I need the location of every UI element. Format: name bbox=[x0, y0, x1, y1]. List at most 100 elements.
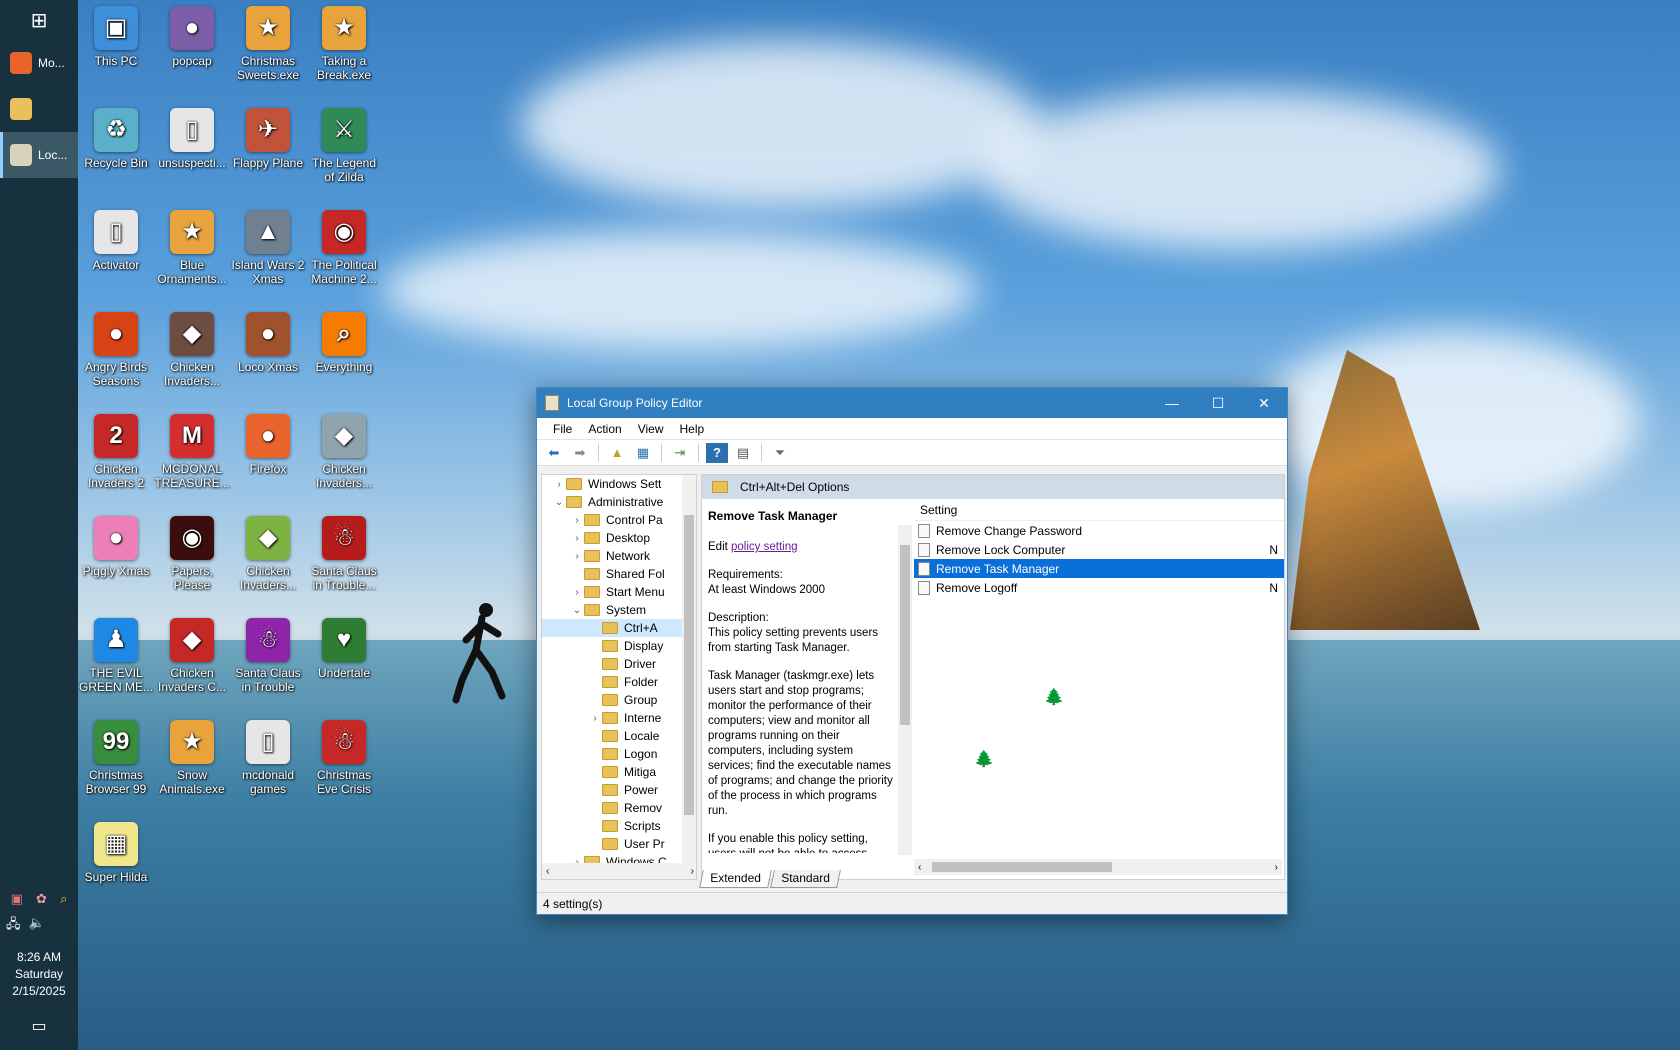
notifications-icon[interactable]: ▭ bbox=[0, 1010, 78, 1050]
scrollbar-thumb[interactable] bbox=[900, 545, 910, 725]
expand-chevron-icon[interactable]: › bbox=[570, 533, 584, 544]
desktop-icon[interactable]: ▲ Island Wars 2 Xmas bbox=[230, 210, 306, 286]
expand-chevron-icon[interactable]: › bbox=[552, 479, 566, 490]
tray-search-icon[interactable]: ⌕ bbox=[60, 891, 67, 907]
desktop-icon[interactable]: ● Loco Xmas bbox=[230, 312, 306, 374]
maximize-button[interactable]: ☐ bbox=[1195, 388, 1241, 418]
tree-node[interactable]: ⌄ System bbox=[542, 601, 696, 619]
expand-chevron-icon[interactable]: › bbox=[570, 587, 584, 598]
console-tree[interactable]: › Windows Sett ⌄ Administrative › Control Pa ›… bbox=[541, 474, 697, 880]
tree-node[interactable]: › Start Menu bbox=[542, 583, 696, 601]
list-horizontal-scrollbar[interactable]: ‹ › bbox=[914, 859, 1282, 875]
desktop-icon[interactable]: ☃ Christmas Eve Crisis bbox=[306, 720, 382, 796]
tree-node[interactable]: Power bbox=[542, 781, 696, 799]
tree-node[interactable]: › Windows Sett bbox=[542, 475, 696, 493]
scroll-left-icon[interactable]: ‹ bbox=[546, 866, 549, 877]
show-hide-tree-icon[interactable]: ▦ bbox=[632, 443, 654, 463]
tab-extended[interactable]: Extended bbox=[699, 870, 772, 888]
close-button[interactable]: ✕ bbox=[1241, 388, 1287, 418]
taskbar-app-file-explorer[interactable] bbox=[0, 86, 78, 132]
scroll-left-icon[interactable]: ‹ bbox=[918, 862, 921, 873]
back-arrow-icon[interactable]: ⬅ bbox=[543, 443, 565, 463]
help-icon[interactable]: ? bbox=[706, 442, 728, 463]
setting-row[interactable]: Remove Logoff N bbox=[914, 578, 1284, 597]
scroll-right-icon[interactable]: › bbox=[1275, 862, 1278, 873]
tree-node[interactable]: Mitiga bbox=[542, 763, 696, 781]
desktop-icon[interactable]: ▯ mcdonald games bbox=[230, 720, 306, 796]
desktop-icon[interactable]: ◉ Papers, Please bbox=[154, 516, 230, 592]
tree-node[interactable]: Driver bbox=[542, 655, 696, 673]
tree-node[interactable]: Logon bbox=[542, 745, 696, 763]
desktop-icon[interactable]: ▯ unsuspecti... bbox=[154, 108, 230, 170]
tree-node[interactable]: Remov bbox=[542, 799, 696, 817]
tab-standard[interactable]: Standard bbox=[769, 870, 841, 888]
expand-chevron-icon[interactable]: ⌄ bbox=[570, 605, 584, 616]
desktop-icon[interactable]: ◆ Chicken Invaders... bbox=[154, 312, 230, 388]
desktop-icon[interactable]: ☃ Santa Claus in Trouble... bbox=[306, 516, 382, 592]
tree-horizontal-scrollbar[interactable]: ‹ › bbox=[542, 863, 696, 879]
desktop-icon[interactable]: 99 Christmas Browser 99 bbox=[78, 720, 154, 796]
desktop-icon[interactable]: ● Piggly Xmas bbox=[78, 516, 154, 578]
desktop-icon[interactable]: 2 Chicken Invaders 2 bbox=[78, 414, 154, 490]
scrollbar-thumb[interactable] bbox=[684, 515, 694, 815]
tree-node[interactable]: Shared Fol bbox=[542, 565, 696, 583]
edit-policy-link[interactable]: policy setting bbox=[731, 541, 797, 553]
desktop-icon[interactable]: ▦ Super Hilda bbox=[78, 822, 154, 884]
desktop-icon[interactable]: ♻ Recycle Bin bbox=[78, 108, 154, 170]
tree-node[interactable]: Locale bbox=[542, 727, 696, 745]
desktop-icon[interactable]: ● Angry Birds Seasons bbox=[78, 312, 154, 388]
tree-node[interactable]: Folder bbox=[542, 673, 696, 691]
column-header-setting[interactable]: Setting bbox=[914, 499, 1284, 521]
desktop-icon[interactable]: ★ Taking a Break.exe bbox=[306, 6, 382, 82]
expand-chevron-icon[interactable]: › bbox=[588, 713, 602, 724]
desktop-icon[interactable]: ◆ Chicken Invaders... bbox=[306, 414, 382, 490]
tree-node[interactable]: Display bbox=[542, 637, 696, 655]
desktop-icon[interactable]: ♟ THE EVIL GREEN ME... bbox=[78, 618, 154, 694]
tree-node[interactable]: › Interne bbox=[542, 709, 696, 727]
window-titlebar[interactable]: Local Group Policy Editor — ☐ ✕ bbox=[537, 388, 1287, 418]
desktop-icon[interactable]: ▯ Activator bbox=[78, 210, 154, 272]
tree-vertical-scrollbar[interactable] bbox=[682, 475, 696, 863]
taskbar-app-group-policy[interactable]: Loc... bbox=[0, 132, 78, 178]
expand-chevron-icon[interactable]: › bbox=[570, 515, 584, 526]
description-scrollbar[interactable] bbox=[898, 525, 912, 855]
tree-node[interactable]: Scripts bbox=[542, 817, 696, 835]
desktop-icon[interactable]: ★ Snow Animals.exe bbox=[154, 720, 230, 796]
network-icon[interactable]: 🖧 bbox=[6, 915, 21, 937]
desktop-icon[interactable]: ◉ The Political Machine 2... bbox=[306, 210, 382, 286]
desktop-icon[interactable]: ⌕ Everything bbox=[306, 312, 382, 374]
menu-action[interactable]: Action bbox=[580, 422, 629, 436]
filter-icon[interactable]: ⏷ bbox=[769, 443, 791, 463]
desktop-icon[interactable]: ◆ Chicken Invaders... bbox=[230, 516, 306, 592]
forward-arrow-icon[interactable]: ➡ bbox=[569, 443, 591, 463]
setting-row[interactable]: Remove Change Password bbox=[914, 521, 1284, 540]
setting-row[interactable]: Remove Task Manager bbox=[914, 559, 1284, 578]
desktop-icon[interactable]: ● Firefox bbox=[230, 414, 306, 476]
desktop-icon[interactable]: M MCDONAL TREASURE... bbox=[154, 414, 230, 490]
taskbar-app-firefox[interactable]: Mo... bbox=[0, 40, 78, 86]
tray-app-icon[interactable]: ✿ bbox=[36, 891, 47, 907]
tree-node[interactable]: ⌄ Administrative bbox=[542, 493, 696, 511]
tree-node[interactable]: User Pr bbox=[542, 835, 696, 853]
up-folder-icon[interactable]: ▲ bbox=[606, 443, 628, 463]
desktop-icon[interactable]: ♥ Undertale bbox=[306, 618, 382, 680]
desktop-icon[interactable]: ▣ This PC bbox=[78, 6, 154, 68]
desktop-icon[interactable]: ◆ Chicken Invaders C... bbox=[154, 618, 230, 694]
desktop-icon[interactable]: ● popcap bbox=[154, 6, 230, 68]
desktop-icon[interactable]: ☃ Santa Claus in Trouble bbox=[230, 618, 306, 694]
expand-chevron-icon[interactable]: ⌄ bbox=[552, 497, 566, 508]
desktop-icon[interactable]: ★ Blue Ornaments... bbox=[154, 210, 230, 286]
tree-node[interactable]: Ctrl+A bbox=[542, 619, 696, 637]
menu-view[interactable]: View bbox=[630, 422, 672, 436]
desktop-icon[interactable]: ✈ Flappy Plane bbox=[230, 108, 306, 170]
scrollbar-thumb[interactable] bbox=[932, 862, 1112, 872]
menu-file[interactable]: File bbox=[545, 422, 580, 436]
scroll-right-icon[interactable]: › bbox=[691, 866, 694, 877]
start-button[interactable]: ⊞ bbox=[0, 0, 78, 40]
tray-app-icon[interactable]: ▣ bbox=[11, 891, 23, 907]
tree-node[interactable]: › Control Pa bbox=[542, 511, 696, 529]
tree-node[interactable]: › Desktop bbox=[542, 529, 696, 547]
clock[interactable]: 8:26 AM Saturday 2/15/2025 bbox=[0, 941, 78, 1010]
properties-icon[interactable]: ▤ bbox=[732, 443, 754, 463]
export-list-icon[interactable]: ⇥ bbox=[669, 443, 691, 463]
